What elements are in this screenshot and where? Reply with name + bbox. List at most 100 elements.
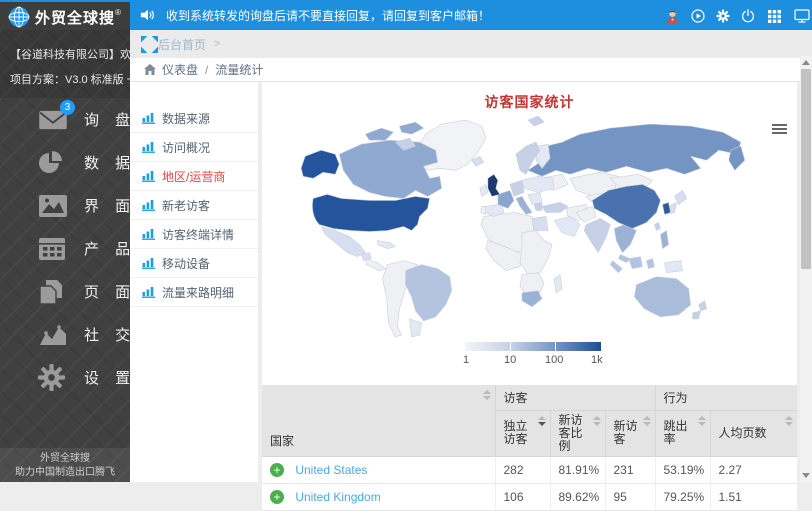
scroll-up-arrow[interactable] [802, 60, 810, 65]
map-region-india[interactable] [584, 218, 610, 252]
map-region-egypt[interactable] [532, 216, 548, 230]
map-region-arctic-island[interactable] [400, 122, 424, 134]
report-menu-item-region-carrier[interactable]: 地区/运营商 [130, 162, 258, 191]
map-region-korea[interactable] [663, 202, 671, 214]
sidebar-item-settings[interactable]: 设 置 › [0, 356, 130, 399]
map-region-korea-group [663, 202, 671, 214]
expand-row-icon[interactable]: + [270, 490, 284, 504]
sidebar-item-social[interactable]: 社 交 › [0, 313, 130, 356]
column-header-country[interactable]: 国家 [262, 385, 495, 456]
map-region-arctic-island[interactable] [365, 128, 393, 140]
map-region-australia[interactable] [634, 277, 690, 317]
world-map[interactable] [269, 112, 791, 338]
column-header-new-visitors[interactable]: 新访客 [605, 410, 655, 456]
gear-icon[interactable] [715, 8, 731, 24]
map-region-se-asia[interactable] [614, 224, 636, 252]
column-header-unique-visitors[interactable]: 独立访客 [495, 410, 550, 456]
scroll-down-arrow[interactable] [802, 473, 810, 478]
map-region-united-kingdom[interactable] [488, 174, 500, 196]
map-region-new-zealand[interactable] [693, 301, 707, 319]
play-circle-icon[interactable] [690, 8, 706, 24]
map-region-balkans[interactable] [528, 192, 542, 204]
image-icon [38, 191, 72, 221]
map-region-poland[interactable] [522, 176, 554, 192]
map-region-new-guinea[interactable] [665, 261, 683, 273]
sidebar-item-pages[interactable]: 页 面 › [0, 270, 130, 313]
sort-icon[interactable] [483, 390, 491, 400]
map-region-ireland[interactable] [480, 184, 488, 196]
fullscreen-expand-icon[interactable] [141, 36, 158, 53]
report-menu: 数据来源 访问概况 地区/运营商 新老访客 访客终端详情 移动设备 流量来路明细 [130, 82, 258, 482]
subnav-current-page: 流量统计 [215, 61, 263, 78]
map-region-uk-group [488, 174, 500, 196]
column-header-bounce-rate[interactable]: 跳出率 [655, 410, 710, 456]
breadcrumb-home[interactable]: 后台首页 [158, 36, 206, 53]
sort-icon[interactable] [538, 416, 546, 426]
map-region-argentina[interactable] [410, 319, 422, 337]
country-link[interactable]: United Kingdom [295, 490, 380, 504]
country-stats-table: 国家 访客 行为 独立访客 新访客比例 新访客 [262, 385, 797, 511]
report-menu-item-device-detail[interactable]: 访客终端详情 [130, 220, 258, 249]
sort-icon[interactable] [698, 416, 706, 426]
sidebar-item-interface[interactable]: 界 面 › [0, 184, 130, 227]
map-region-germany[interactable] [510, 180, 524, 196]
grid-apps-icon[interactable] [766, 8, 782, 24]
map-region-kamchatka[interactable] [729, 146, 745, 170]
map-region-mexico[interactable] [321, 227, 371, 261]
vertical-scrollbar[interactable] [800, 56, 812, 482]
report-menu-item-new-returning[interactable]: 新老访客 [130, 191, 258, 220]
sort-icon[interactable] [643, 416, 651, 426]
unique-visitors-value: 106 [495, 483, 550, 510]
map-region-base[interactable] [481, 206, 486, 214]
map-region-taiwan[interactable] [654, 222, 660, 230]
user-avatar-icon[interactable] [664, 8, 680, 24]
subnav-section[interactable]: 仪表盘 [162, 61, 198, 78]
announcement-text: 收到系统转发的询盘后请不要直接回复，请回复到客户邮箱！ [166, 7, 490, 24]
group-header-visitors: 访客 [495, 385, 655, 410]
breadcrumb: 后台首页 > [130, 30, 812, 58]
sidebar-item-data[interactable]: 数 据 › [0, 141, 130, 184]
country-cell: + United Kingdom [262, 483, 495, 510]
sidebar-menu: 3 询 盘 › 数 据 › 界 面 › [0, 98, 130, 399]
report-menu-item-traffic-sources[interactable]: 流量来路明细 [130, 278, 258, 307]
report-menu-item-mobile[interactable]: 移动设备 [130, 249, 258, 278]
report-menu-item-visit-overview[interactable]: 访问概况 [130, 133, 258, 162]
map-region-cuba[interactable] [377, 241, 395, 249]
group-header-behavior: 行为 [655, 385, 797, 410]
map-region-base[interactable] [520, 231, 552, 275]
scrollbar-thumb[interactable] [801, 69, 811, 269]
power-icon[interactable] [740, 8, 756, 24]
map-region-united-states[interactable] [312, 194, 429, 231]
map-region-brazil[interactable] [406, 265, 452, 321]
column-header-new-visitor-ratio[interactable]: 新访客比例 [550, 410, 605, 456]
map-region-philippines[interactable] [661, 231, 669, 249]
map-region-alaska[interactable] [301, 150, 339, 178]
expand-row-icon[interactable]: + [270, 463, 284, 477]
sort-icon[interactable] [785, 416, 793, 426]
map-region-base[interactable] [365, 259, 385, 271]
new-visitors-value: 95 [605, 483, 655, 510]
legend-gradient [465, 342, 601, 351]
map-region-turkey[interactable] [542, 202, 568, 212]
map-region-russia[interactable] [528, 124, 741, 176]
report-menu-item-data-source[interactable]: 数据来源 [130, 104, 258, 133]
sort-icon[interactable] [593, 416, 601, 426]
globe-logo-icon [8, 6, 30, 28]
sidebar-item-products[interactable]: 产 品 › [0, 227, 130, 270]
country-link[interactable]: United States [295, 463, 367, 477]
home-icon [144, 64, 156, 75]
map-region-south-africa[interactable] [522, 291, 542, 307]
sidebar-item-inquiry[interactable]: 3 询 盘 › [0, 98, 130, 141]
column-header-pages-per-visit[interactable]: 人均页数 [710, 410, 797, 456]
map-region-indonesia[interactable] [610, 257, 654, 273]
map-region-madagascar[interactable] [554, 275, 562, 293]
inquiry-badge: 3 [60, 100, 75, 115]
bar-chart-icon [142, 141, 156, 153]
monitor-icon[interactable] [794, 8, 810, 24]
map-region-svalbard[interactable] [528, 116, 544, 126]
bar-chart-icon [142, 257, 156, 269]
map-region-malaysia[interactable] [618, 255, 630, 263]
settings-gear-icon [38, 363, 72, 393]
app-logo[interactable]: 外贸全球搜 ® [0, 2, 130, 32]
subnav: 仪表盘 / 流量统计 [130, 58, 800, 82]
